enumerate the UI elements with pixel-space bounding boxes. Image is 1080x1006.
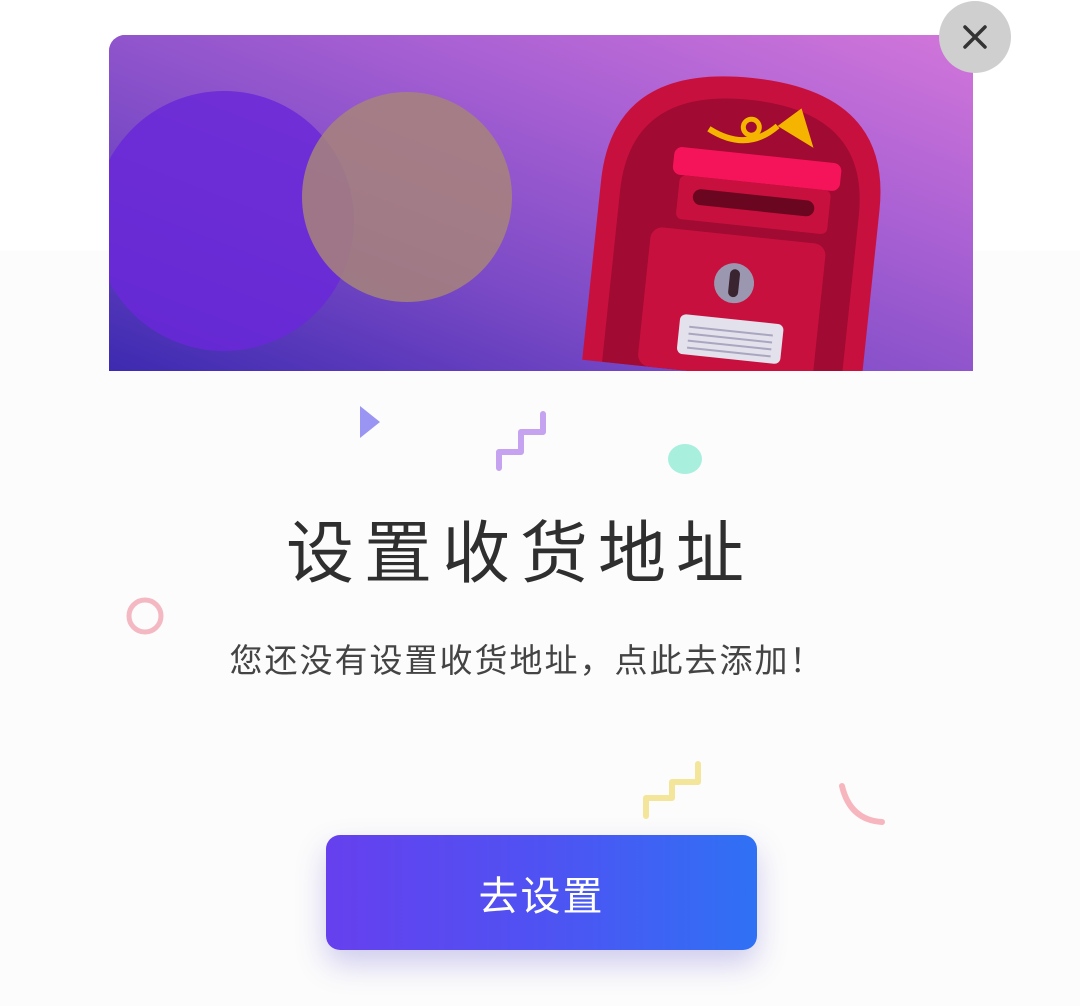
dialog-message: 您还没有设置收货地址，点此去添加！ [229, 641, 825, 680]
triangle-decoration [360, 406, 380, 438]
close-button[interactable] [939, 1, 1011, 73]
tan-circle [302, 92, 512, 302]
squiggle-decoration-yellow [643, 761, 701, 819]
address-dialog: 设置收货地址 您还没有设置收货地址，点此去添加！ 去设置 [0, 0, 1080, 1006]
arc-decoration [839, 783, 885, 825]
dot-decoration [668, 444, 702, 474]
header-illustration [109, 35, 973, 371]
ring-decoration [126, 597, 164, 635]
close-icon [963, 25, 987, 49]
mailbox-illustration [109, 35, 973, 371]
dialog-title: 设置收货地址 [285, 515, 754, 594]
squiggle-decoration [496, 411, 546, 471]
go-settings-button[interactable]: 去设置 [326, 835, 757, 950]
